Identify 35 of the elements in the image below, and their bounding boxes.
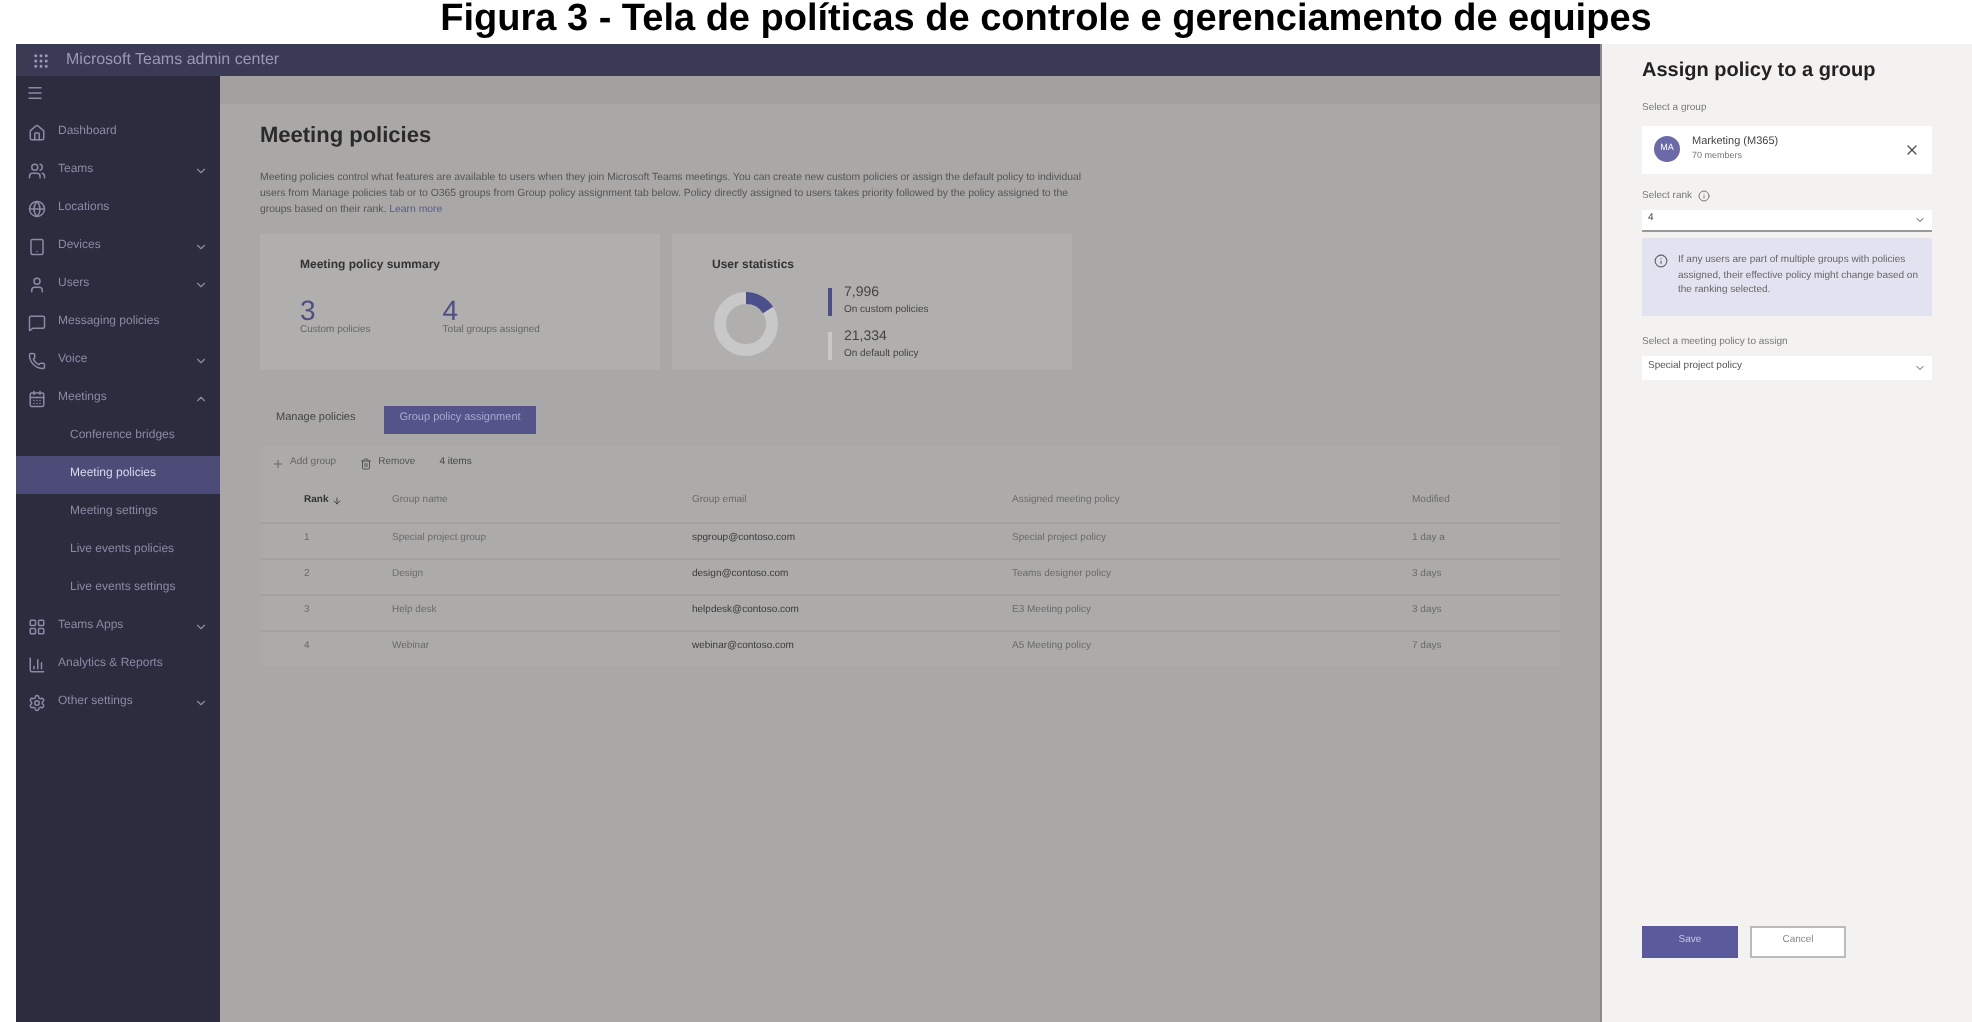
stat-value: 4 — [442, 295, 459, 323]
grid-icon — [28, 618, 46, 636]
bar-chart-icon — [28, 656, 46, 674]
figure-caption: Figura 3 - Tela de políticas de controle e gerenciamento de equipes — [440, 0, 1652, 40]
info-icon — [1654, 254, 1668, 268]
panel-title: Assign policy to a group — [1642, 58, 1878, 86]
chevron-down-icon[interactable] — [194, 278, 208, 292]
trash-icon — [360, 457, 373, 469]
sort-arrow-icon — [332, 496, 343, 506]
chevron-down-icon[interactable] — [194, 164, 208, 178]
menu-icon[interactable] — [26, 84, 44, 102]
settings-icon — [28, 694, 46, 712]
plus-icon — [272, 457, 284, 469]
chevron-down-icon — [1914, 214, 1926, 226]
tablet-icon — [28, 238, 46, 256]
chevron-up-icon[interactable] — [194, 392, 208, 406]
chat-icon — [28, 314, 46, 332]
person-icon — [28, 276, 46, 294]
info-icon[interactable] — [1698, 190, 1711, 203]
stat-value: 3 — [300, 295, 318, 323]
people-icon — [28, 162, 46, 180]
globe-icon — [28, 200, 46, 218]
app-title: Microsoft Teams admin center — [66, 48, 280, 72]
chevron-down-icon — [1914, 362, 1926, 374]
page-title: Meeting policies — [260, 122, 434, 152]
app-launcher-icon[interactable] — [32, 51, 50, 69]
home-icon — [28, 124, 46, 142]
chevron-down-icon[interactable] — [194, 696, 208, 710]
donut-chart-icon — [712, 289, 780, 357]
phone-icon — [28, 352, 46, 370]
chevron-down-icon[interactable] — [194, 354, 208, 368]
chevron-down-icon[interactable] — [194, 240, 208, 254]
close-icon[interactable] — [1904, 141, 1920, 157]
chevron-down-icon[interactable] — [194, 620, 208, 634]
calendar-icon — [28, 390, 46, 408]
